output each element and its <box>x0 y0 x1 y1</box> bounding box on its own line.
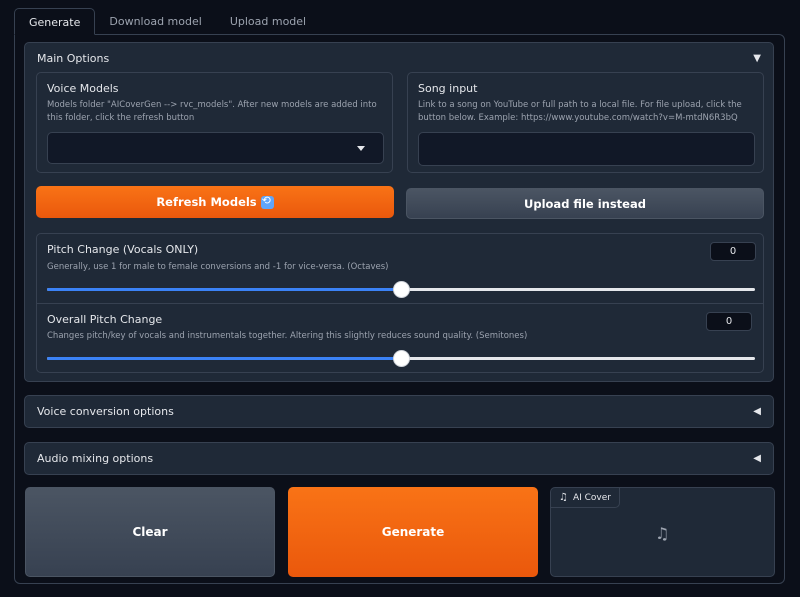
voice-conversion-title: Voice conversion options <box>37 405 174 418</box>
expand-arrow-icon: ◀ <box>753 406 761 417</box>
ai-cover-output: ♫ AI Cover ♫ <box>550 487 775 577</box>
generate-button[interactable]: Generate <box>288 487 538 577</box>
pitch-change-input[interactable]: 0 <box>710 242 756 261</box>
voice-models-box: Voice Models Models folder "AICoverGen -… <box>36 72 393 173</box>
voice-models-info: Models folder "AICoverGen --> rvc_models… <box>47 100 377 123</box>
collapse-arrow-icon: ▼ <box>753 53 761 64</box>
generate-label: Generate <box>381 525 445 539</box>
audio-mixing-accordion[interactable]: Audio mixing options ◀ <box>24 442 774 475</box>
overall-pitch-title: Overall Pitch Change <box>47 313 163 326</box>
pitch-sliders-group: Pitch Change (Vocals ONLY) 0 Generally, … <box>36 233 764 373</box>
main-options-title: Main Options <box>37 52 110 65</box>
music-note-icon: ♫ <box>655 524 670 543</box>
pitch-change-slider-fill <box>47 288 401 291</box>
voice-conversion-header[interactable]: Voice conversion options ◀ <box>25 396 773 428</box>
voice-models-title: Voice Models <box>47 82 119 95</box>
pitch-change-title: Pitch Change (Vocals ONLY) <box>47 243 199 256</box>
main-options-header[interactable]: Main Options ▼ <box>25 43 773 75</box>
clear-label: Clear <box>132 525 168 539</box>
chevron-down-icon <box>357 146 365 151</box>
voice-models-dropdown[interactable] <box>47 132 384 164</box>
pitch-change-info: Generally, use 1 for male to female conv… <box>47 262 389 272</box>
audio-mixing-header[interactable]: Audio mixing options ◀ <box>25 443 773 475</box>
upload-file-label: Upload file instead <box>524 196 646 211</box>
upload-file-button[interactable]: Upload file instead <box>406 188 764 219</box>
tab-upload-model[interactable]: Upload model <box>216 8 320 35</box>
song-input-info: Link to a song on YouTube or full path t… <box>418 100 742 123</box>
sync-icon <box>260 194 274 209</box>
ai-cover-label: AI Cover <box>572 492 611 503</box>
overall-pitch-slider[interactable] <box>47 350 755 367</box>
overall-pitch-info: Changes pitch/key of vocals and instrume… <box>47 331 528 341</box>
pitch-change-slider[interactable] <box>47 281 755 298</box>
refresh-models-label: Refresh Models <box>156 195 257 209</box>
tab-bar: Generate Download model Upload model <box>14 8 320 35</box>
overall-pitch-slider-thumb[interactable] <box>393 350 410 367</box>
ai-cover-label-tag: ♫ AI Cover <box>551 488 620 508</box>
audio-mixing-title: Audio mixing options <box>37 452 154 465</box>
expand-arrow-icon: ◀ <box>753 453 761 464</box>
tab-generate[interactable]: Generate <box>14 8 96 35</box>
voice-conversion-accordion[interactable]: Voice conversion options ◀ <box>24 395 774 428</box>
overall-pitch-slider-fill <box>47 357 401 360</box>
pitch-change-slider-thumb[interactable] <box>393 281 410 298</box>
music-note-icon: ♫ <box>559 492 568 503</box>
song-input-title: Song input <box>418 82 478 95</box>
song-input-field[interactable] <box>418 132 755 166</box>
refresh-models-button[interactable]: Refresh Models <box>36 186 394 218</box>
tab-download-model[interactable]: Download model <box>95 8 215 35</box>
slider-divider <box>37 303 763 304</box>
clear-button[interactable]: Clear <box>25 487 275 577</box>
overall-pitch-input[interactable]: 0 <box>706 312 752 331</box>
song-input-box: Song input Link to a song on YouTube or … <box>407 72 764 173</box>
